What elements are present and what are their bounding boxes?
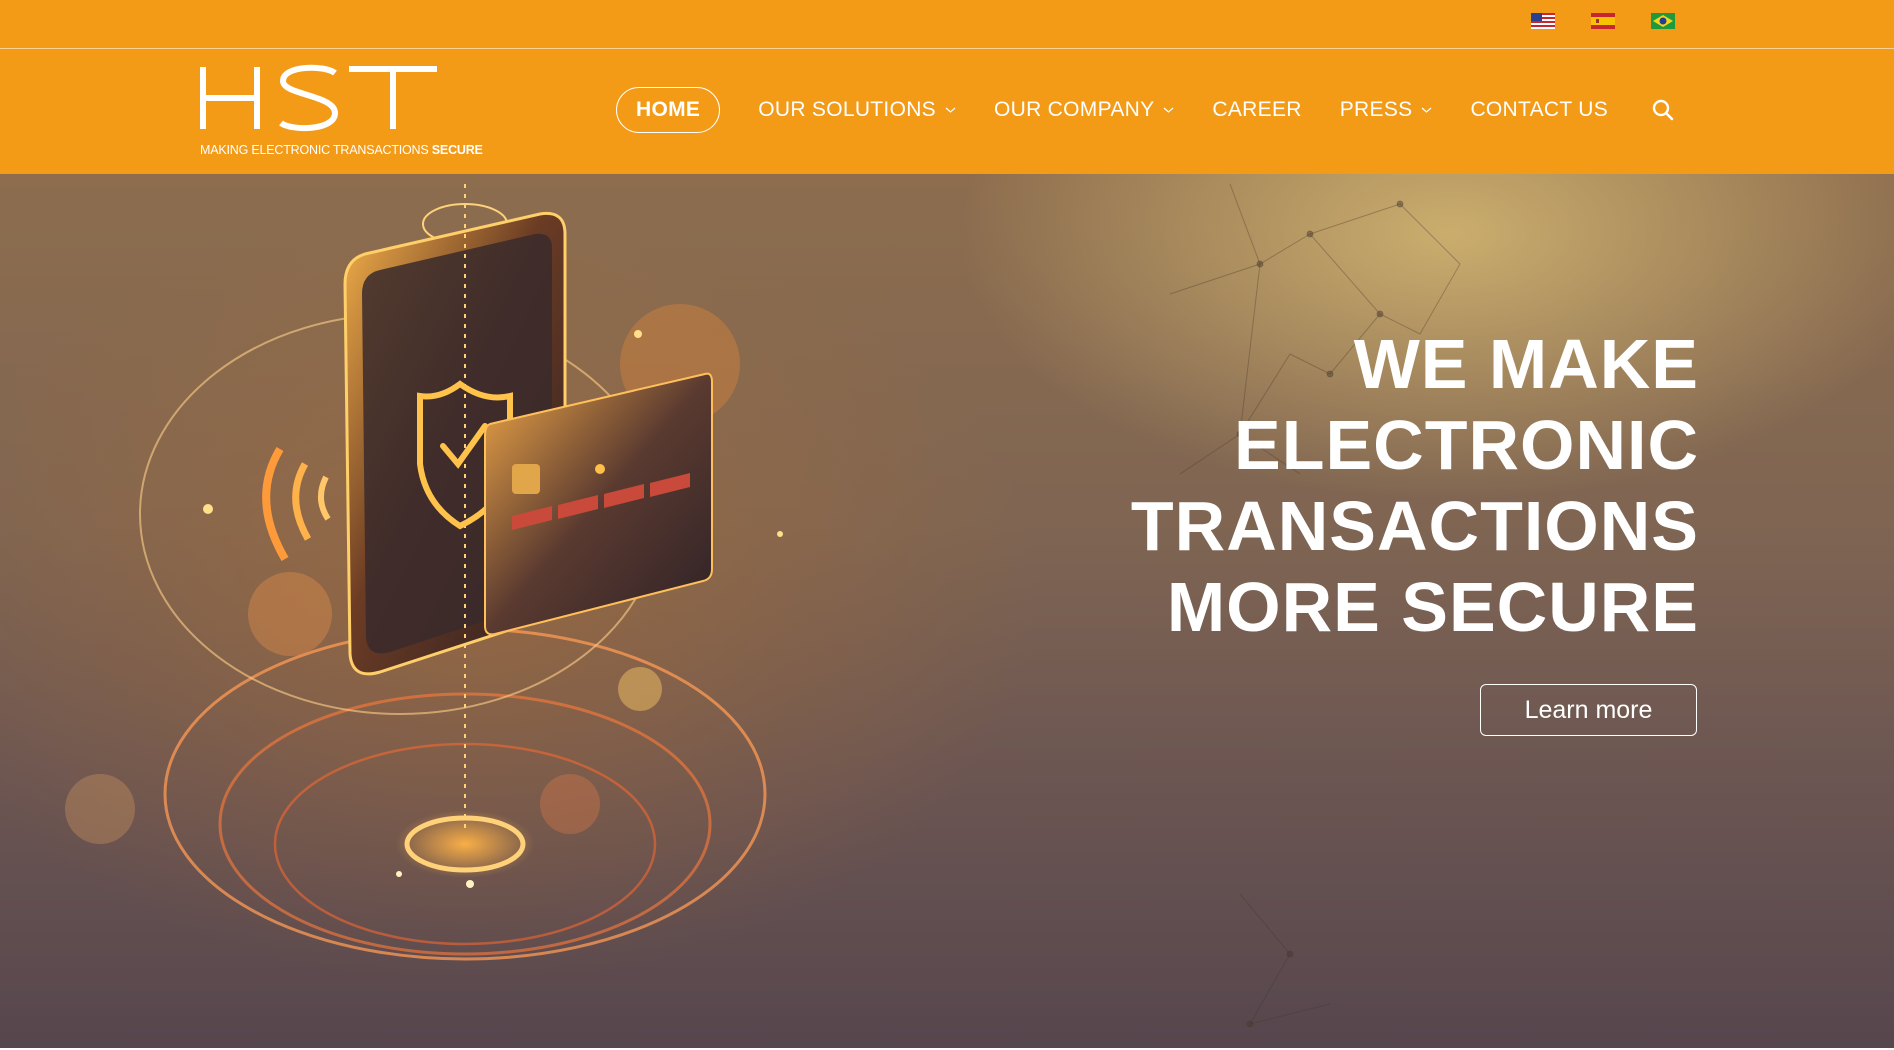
bokeh — [248, 572, 332, 656]
br-flag-icon[interactable] — [1651, 13, 1675, 29]
nav-career[interactable]: CAREER — [1212, 98, 1301, 122]
language-bar — [0, 0, 1894, 49]
learn-more-button[interactable]: Learn more — [1480, 684, 1697, 736]
es-flag-icon[interactable] — [1591, 13, 1615, 29]
nav-our-company-label: OUR COMPANY — [993, 98, 1155, 121]
nav-press[interactable]: PRESS — [1340, 98, 1433, 122]
hero-banner: WE MAKE ELECTRONIC TRANSACTIONS MORE SEC… — [0, 174, 1894, 1050]
logo-mark — [200, 64, 437, 132]
hero-headline: WE MAKE ELECTRONIC TRANSACTIONS MORE SEC… — [1131, 324, 1699, 648]
hero-headline-line: TRANSACTIONS — [1130, 487, 1699, 565]
main-header: MAKING ELECTRONIC TRANSACTIONS SECURE HO… — [0, 49, 1894, 174]
nav-home[interactable]: HOME — [616, 87, 721, 133]
search-icon[interactable] — [1652, 99, 1674, 121]
logo-tagline: MAKING ELECTRONIC TRANSACTIONS SECURE — [200, 143, 483, 157]
nav-contact-us[interactable]: CONTACT US — [1470, 98, 1608, 122]
chevron-down-icon — [1164, 107, 1174, 113]
chevron-down-icon — [945, 107, 956, 113]
hero-headline-line: ELECTRONIC — [1234, 406, 1699, 484]
bokeh — [618, 667, 662, 711]
hero-headline-line: WE MAKE — [1353, 325, 1699, 403]
us-flag-icon[interactable] — [1531, 13, 1555, 29]
nav-our-company[interactable]: OUR COMPANY — [994, 98, 1174, 122]
nav-our-solutions-label: OUR SOLUTIONS — [758, 98, 936, 121]
bokeh — [540, 774, 600, 834]
hst-logo[interactable]: MAKING ELECTRONIC TRANSACTIONS SECURE — [199, 63, 483, 163]
bokeh — [65, 774, 135, 844]
hero-headline-line: MORE SECURE — [1166, 568, 1699, 646]
chevron-down-icon — [1422, 107, 1432, 113]
primary-nav: HOME OUR SOLUTIONS OUR COMPANY CAREER PR… — [616, 87, 1674, 133]
nav-press-label: PRESS — [1339, 98, 1413, 121]
nav-our-solutions[interactable]: OUR SOLUTIONS — [758, 98, 956, 122]
language-switcher — [1531, 13, 1675, 29]
